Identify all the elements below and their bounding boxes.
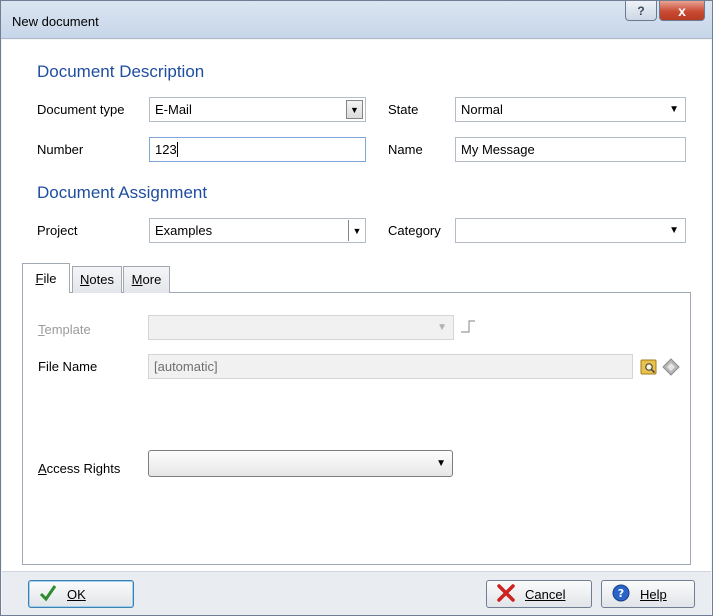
- title-bar: New document ? x: [1, 1, 712, 39]
- document-type-value: E-Mail: [155, 102, 192, 117]
- document-type-dropdown-button[interactable]: ▼: [346, 100, 363, 119]
- tab-notes[interactable]: Notes: [72, 266, 122, 293]
- tab-more[interactable]: More: [123, 266, 170, 293]
- project-value: Examples: [155, 223, 213, 238]
- project-select[interactable]: Examples ▼: [149, 218, 366, 243]
- tab-file[interactable]: File: [22, 263, 70, 293]
- cancel-button[interactable]: Cancel: [486, 580, 592, 608]
- document-assignment-heading: Document Assignment: [37, 183, 208, 202]
- access-rights-label-rest: ccess Rights: [46, 461, 121, 476]
- svg-text:?: ?: [618, 587, 624, 600]
- number-value: 123: [155, 142, 177, 157]
- chevron-down-icon: ▼: [436, 458, 446, 469]
- help-button[interactable]: ? Help: [601, 580, 695, 608]
- red-x-icon: [495, 583, 517, 605]
- window-title: New document: [12, 14, 99, 29]
- chevron-down-icon: ▼: [350, 104, 359, 115]
- file-name-input[interactable]: [automatic]: [148, 354, 633, 379]
- number-label: Number: [37, 142, 84, 157]
- new-document-dialog: New document ? x Document Description Do…: [0, 0, 713, 616]
- cancel-label: Cancel: [525, 586, 566, 602]
- access-rights-label-accel: A: [38, 461, 47, 476]
- help-title-button[interactable]: ?: [625, 1, 657, 21]
- tab-more-accel: M: [131, 272, 143, 287]
- category-select[interactable]: ▼: [455, 218, 686, 243]
- document-description-heading: Document Description: [37, 62, 205, 81]
- question-mark-icon: ?: [637, 3, 645, 18]
- diamond-icon[interactable]: [662, 358, 680, 376]
- project-label: Project: [37, 223, 78, 238]
- template-label: Template: [38, 322, 91, 337]
- help-label: Help: [640, 586, 667, 602]
- ok-button[interactable]: OK: [28, 580, 134, 608]
- folder-search-icon[interactable]: [640, 358, 658, 376]
- state-select[interactable]: Normal ▼: [455, 97, 686, 122]
- access-rights-select[interactable]: ▼: [148, 450, 453, 477]
- template-label-rest: emplate: [44, 322, 91, 337]
- tab-file-rest: ile: [43, 271, 57, 286]
- tab-notes-accel: N: [80, 272, 90, 287]
- access-rights-label: Access Rights: [38, 461, 120, 476]
- ok-label: OK: [67, 586, 86, 602]
- number-input[interactable]: 123: [149, 137, 366, 162]
- category-label: Category: [388, 223, 441, 238]
- close-button[interactable]: x: [659, 1, 705, 21]
- chevron-down-icon: ▼: [437, 322, 447, 333]
- help-circle-icon: ?: [610, 584, 632, 605]
- dialog-content: Document Description Document type E-Mai…: [2, 40, 711, 571]
- step-icon[interactable]: [460, 318, 478, 334]
- chevron-down-icon: ▼: [669, 225, 679, 236]
- file-name-label: File Name: [38, 359, 98, 374]
- document-type-label: Document type: [37, 102, 125, 117]
- checkmark-icon: [37, 584, 59, 605]
- state-label: State: [388, 102, 419, 117]
- file-name-value: [automatic]: [154, 359, 218, 374]
- text-caret: [176, 142, 178, 157]
- state-value: Normal: [461, 102, 503, 117]
- tab-notes-rest: otes: [89, 272, 114, 287]
- name-label: Name: [388, 142, 423, 157]
- name-input[interactable]: My Message: [455, 137, 686, 162]
- chevron-down-icon: ▼: [669, 104, 679, 115]
- tab-more-rest: ore: [142, 272, 162, 287]
- name-value: My Message: [461, 142, 535, 157]
- project-dropdown-button[interactable]: ▼: [348, 220, 365, 241]
- close-icon: x: [678, 2, 686, 19]
- template-select[interactable]: ▼: [148, 315, 454, 340]
- button-strip: OK Cancel ? Help: [2, 571, 711, 615]
- document-type-select[interactable]: E-Mail ▼: [149, 97, 366, 122]
- chevron-down-icon: ▼: [352, 225, 362, 236]
